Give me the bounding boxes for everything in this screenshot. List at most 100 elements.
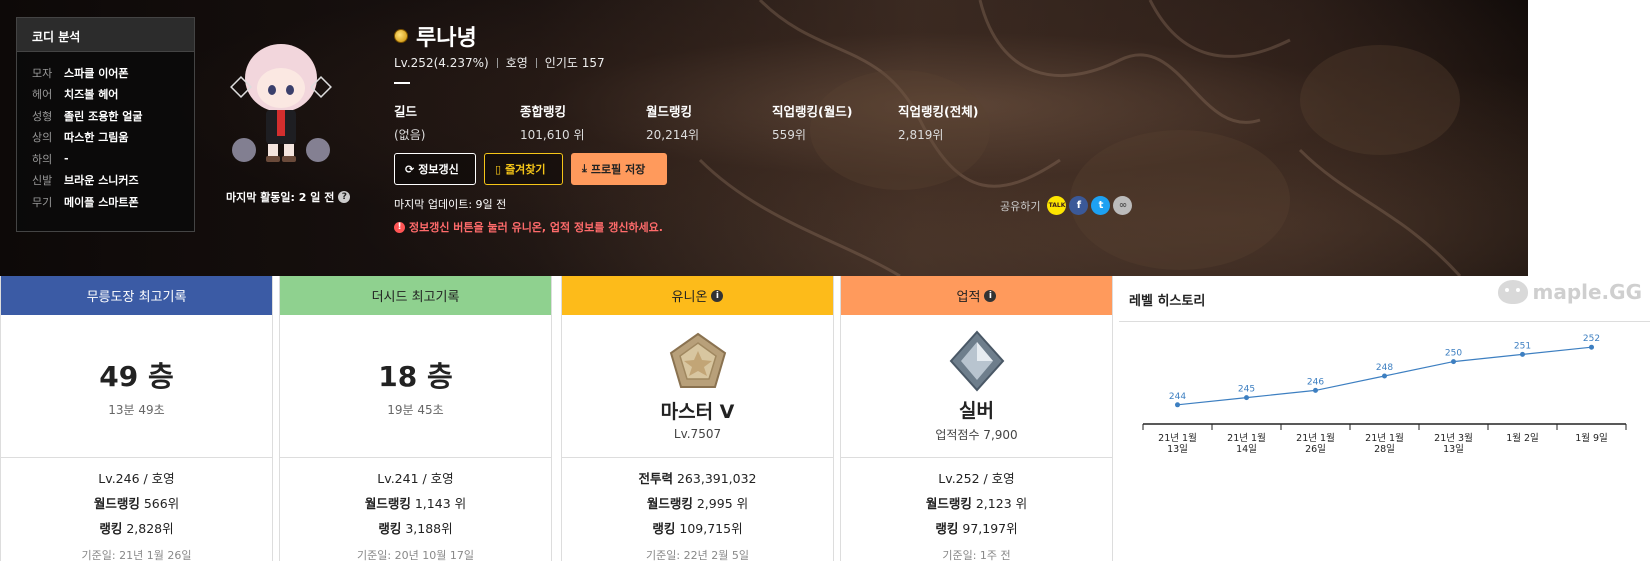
coordi-slot: 신발	[32, 174, 53, 188]
last-active-text: 마지막 활동일: 2 일 전	[226, 191, 335, 204]
divider	[496, 57, 498, 68]
coordi-slot: 모자	[32, 66, 53, 80]
divider	[535, 57, 537, 68]
record-time: 19분 45초	[387, 402, 444, 417]
refresh-warning: ! 정보갱신 버튼을 눌러 유니온, 업적 정보를 갱신하세요.	[394, 219, 663, 235]
coordi-item: 상의 따스한 그림움	[17, 127, 194, 149]
refresh-label: 정보갱신	[418, 163, 459, 176]
power-value: 263,391,032	[676, 471, 757, 486]
data-label: 248	[1376, 363, 1393, 373]
refresh-warning-text: 정보갱신 버튼을 눌러 유니온, 업적 정보를 갱신하세요.	[409, 221, 663, 234]
refresh-button[interactable]: ⟳ 정보갱신	[394, 153, 476, 185]
rank-value: 97,197위	[962, 521, 1018, 536]
card-theseed: 더시드 최고기록 18 층 19분 45초 Lv.241 / 호영 월드랭킹 1…	[279, 276, 552, 561]
rank-label: 랭킹	[378, 521, 402, 536]
kakaotalk-share-icon[interactable]: TALK	[1047, 196, 1067, 215]
coordi-panel-title: 코디 분석	[17, 18, 194, 52]
data-label: 244	[1169, 392, 1186, 402]
coordi-item-name: 메이플 스마트폰	[64, 195, 139, 209]
card-union: 유니온 i 마스터 V Lv.7507 전투력 263,391,032 월드랭킹…	[561, 276, 834, 561]
coordi-item: 하의 -	[17, 148, 194, 170]
coordi-panel: 코디 분석 모자 스파클 이어폰 헤어 치즈볼 헤어성형 졸린 조용한 얼굴상의 따스한 …	[16, 17, 195, 232]
divider	[394, 82, 410, 84]
world-rank-line: 월드랭킹 566위	[1, 493, 272, 512]
alert-icon: !	[394, 221, 405, 233]
character-avatar	[222, 38, 340, 173]
stat-world-ranking: 월드랭킹 20,214위	[646, 101, 772, 143]
card-header: 업적 i	[841, 276, 1112, 315]
achievement-grade: 실버 업적점수 7,900	[841, 315, 1112, 458]
last-active: 마지막 활동일: 2 일 전 ?	[226, 189, 351, 205]
level-point[interactable]	[1313, 387, 1318, 393]
level-point[interactable]	[1175, 402, 1180, 408]
data-label: 245	[1238, 385, 1255, 395]
stat-guild: 길드 (없음)	[394, 101, 520, 143]
card-header: 유니온 i	[562, 276, 833, 315]
coordi-slot: 성형	[32, 109, 53, 123]
save-profile-label: 프로필 저장	[590, 163, 646, 176]
card-record: 49 층 13분 49초	[1, 315, 272, 458]
level-point[interactable]	[1244, 395, 1249, 401]
level-point[interactable]	[1451, 359, 1456, 365]
world-rank-value: 566위	[143, 496, 180, 511]
card-achievement: 업적 i 실버 업적점수 7,900 Lv.252 / 호영 월드랭킹 2,12…	[840, 276, 1113, 561]
power-line: 전투력 263,391,032	[562, 468, 833, 487]
card-header: 무릉도장 최고기록	[1, 276, 272, 315]
card-record: 18 층 19분 45초	[280, 315, 551, 458]
coordi-item-name: 따스한 그림움	[64, 131, 129, 145]
world-rank-value: 1,143 위	[414, 496, 467, 511]
stat-value: 559위	[772, 128, 806, 142]
stat-job-ranking-all: 직업랭킹(전체) 2,819위	[898, 101, 1024, 143]
rank-line: 랭킹 109,715위	[562, 518, 833, 537]
coordi-item-name: 졸린 조용한 얼굴	[64, 109, 143, 123]
help-icon[interactable]: ?	[338, 191, 351, 203]
facebook-share-icon[interactable]: f	[1069, 196, 1089, 215]
logo-text: maple.GG	[1532, 280, 1642, 304]
data-label: 246	[1307, 377, 1324, 387]
last-update: 마지막 업데이트: 9일 전	[394, 198, 507, 211]
record-time: 13분 49초	[108, 402, 165, 417]
level-point[interactable]	[1382, 373, 1387, 379]
stat-label: 직업랭킹(월드)	[772, 104, 853, 119]
world-coin-icon	[394, 29, 408, 43]
bookmark-icon: ▯	[495, 162, 502, 176]
coordi-item: 성형 졸린 조용한 얼굴	[17, 105, 194, 127]
x-tick-label: 21년 1월 26일	[1296, 432, 1335, 455]
union-grade: 마스터 V Lv.7507	[562, 315, 833, 458]
stat-job-ranking-world: 직업랭킹(월드) 559위	[772, 101, 898, 143]
rank-value: 2,828위	[126, 521, 174, 536]
basis-date: 기준일: 22년 2월 5일	[646, 549, 749, 561]
coordi-item: 헤어 치즈볼 헤어	[17, 84, 194, 106]
link-share-icon[interactable]: ∞	[1113, 196, 1133, 215]
stat-label: 종합랭킹	[520, 104, 567, 119]
achievement-score: 업적점수 7,900	[935, 427, 1018, 442]
x-tick-label: 1월 2일	[1506, 432, 1539, 444]
info-icon[interactable]: i	[711, 289, 724, 302]
card-title: 무릉도장 최고기록	[86, 290, 187, 305]
coordi-item-name: 브라운 스니커즈	[64, 174, 139, 188]
stat-label: 길드	[394, 104, 418, 119]
coordi-item: 무기 메이플 스마트폰	[17, 191, 194, 213]
level-point[interactable]	[1589, 344, 1594, 350]
rank-value: 109,715위	[679, 521, 743, 536]
character-name: 루나녕	[416, 26, 477, 51]
rank-label: 랭킹	[652, 521, 676, 536]
twitter-share-icon[interactable]: t	[1091, 196, 1111, 215]
level-point[interactable]	[1520, 351, 1525, 357]
data-label: 250	[1445, 349, 1462, 359]
data-label: 251	[1514, 341, 1531, 351]
world-rank-label: 월드랭킹	[93, 496, 140, 511]
coordi-slot: 헤어	[32, 88, 53, 102]
card-title: 업적	[956, 290, 981, 305]
share-bar: 공유하기 TALK f t ∞	[1000, 196, 1133, 215]
info-icon[interactable]: i	[984, 289, 997, 302]
x-tick-label: 21년 3월 13일	[1434, 432, 1473, 455]
record-floor: 49 층	[99, 359, 174, 393]
favorite-label: 즐겨찾기	[505, 163, 546, 176]
coordi-item: 신발 브라운 스니커즈	[17, 170, 194, 192]
favorite-button[interactable]: ▯ 즐겨찾기	[484, 153, 563, 185]
rank-value: 3,188위	[405, 521, 453, 536]
coordi-item: 모자 스파클 이어폰	[17, 62, 194, 84]
character-popularity: 인기도 157	[544, 56, 605, 70]
save-profile-button[interactable]: ⤓ 프로필 저장	[571, 153, 667, 185]
